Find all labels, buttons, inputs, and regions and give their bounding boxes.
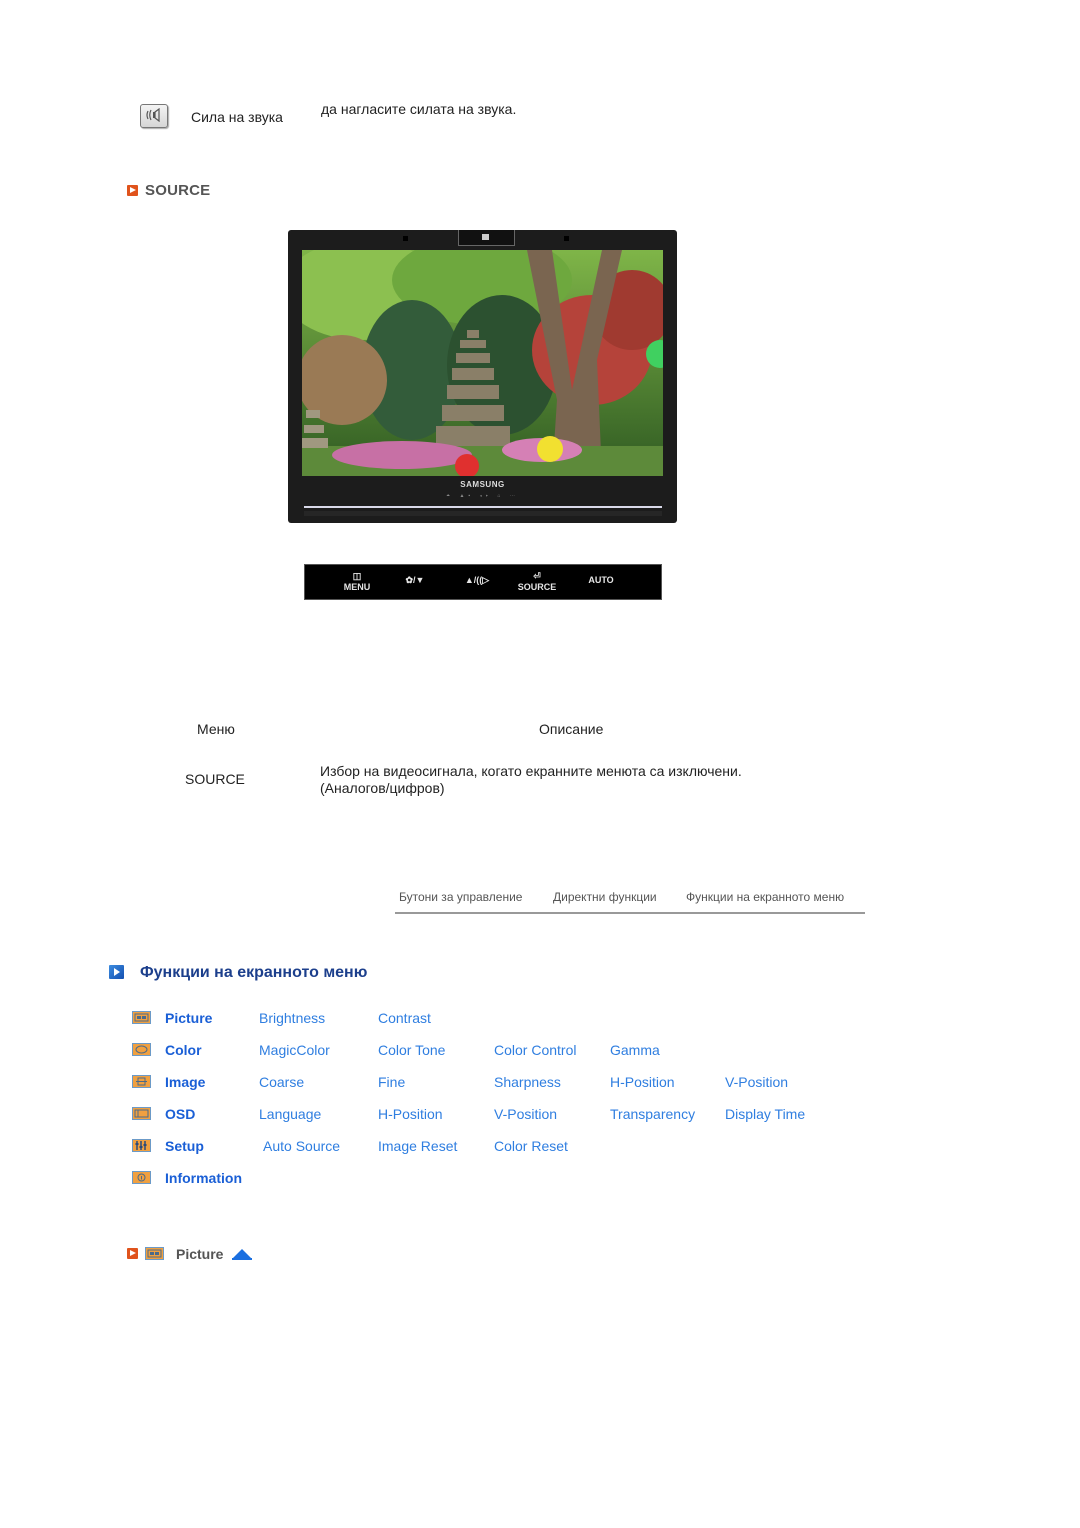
source-icon: ⏎ [533,571,541,581]
sensor-dot [403,236,408,241]
link-fine[interactable]: Fine [378,1074,405,1090]
link-gamma[interactable]: Gamma [610,1042,660,1058]
link-magiccolor[interactable]: MagicColor [259,1042,330,1058]
link-osd-v-position[interactable]: V-Position [494,1106,557,1122]
link-color-control[interactable]: Color Control [494,1042,576,1058]
up-volume-button[interactable]: ▲/((▷ [455,565,499,601]
table-header-description: Описание [539,721,604,737]
link-color-tone[interactable]: Color Tone [378,1042,445,1058]
image-icon [132,1075,151,1088]
picture-icon [132,1011,151,1024]
garden-pagoda-image [302,250,663,476]
link-color-reset[interactable]: Color Reset [494,1138,568,1154]
link-image-reset[interactable]: Image Reset [378,1138,457,1154]
menu-icon: ◫ [352,571,362,581]
monitor-front-buttons: ⏶ ▲▪ ◂▸ ⌂ ⋯ [446,493,519,499]
picture-section-link[interactable]: Picture [176,1246,223,1262]
monitor-base [304,511,662,516]
information-icon [132,1171,151,1184]
link-display-time[interactable]: Display Time [725,1106,805,1122]
monitor-screen-photo [302,250,663,476]
link-image-h-position[interactable]: H-Position [610,1074,675,1090]
auto-button[interactable]: AUTO [579,565,623,601]
menu-image[interactable]: Image [165,1074,205,1090]
link-sharpness[interactable]: Sharpness [494,1074,561,1090]
magicbright-down-button[interactable]: ✿/▼ [393,565,437,601]
volume-description: да нагласите силата на звука. [321,101,517,117]
source-button[interactable]: ⏎ SOURCE [515,565,559,601]
volume-label: Сила на звука [191,109,283,125]
tab-control-buttons[interactable]: Бутони за управление [399,890,522,904]
monitor-bezel-stripe [304,506,662,508]
menu-picture[interactable]: Picture [165,1010,212,1026]
link-osd-h-position[interactable]: H-Position [378,1106,443,1122]
menu-button[interactable]: ◫ MENU [335,565,379,601]
osd-section-title: Функции на екранното меню [140,964,368,981]
tab-direct-functions[interactable]: Директни функции [553,890,657,904]
up-arrow-icon[interactable] [232,1247,252,1265]
table-cell-description-line1: Избор на видеосигнала, когато екранните … [320,763,742,779]
navigation-tabs: Бутони за управление Директни функции Фу… [395,888,865,914]
link-brightness[interactable]: Brightness [259,1010,325,1026]
menu-osd[interactable]: OSD [165,1106,195,1122]
samsung-logo: SAMSUNG [460,480,505,489]
menu-setup[interactable]: Setup [165,1138,204,1154]
volume-icon [146,108,160,122]
table-header-menu: Меню [197,721,235,737]
monitor-illustration: SAMSUNG ⏶ ▲▪ ◂▸ ⌂ ⋯ [288,230,677,523]
sensor-dot [564,236,569,241]
setup-icon [132,1139,151,1152]
link-language[interactable]: Language [259,1106,321,1122]
table-cell-menu: SOURCE [185,771,245,787]
color-icon [132,1043,151,1056]
picture-icon [145,1247,164,1260]
menu-information[interactable]: Information [165,1170,242,1186]
monitor-top-tab [458,230,515,246]
volume-button[interactable] [140,104,168,128]
section-bullet-icon [127,1248,138,1259]
tab-osd-functions[interactable]: Функции на екранното меню [686,890,844,904]
menu-color[interactable]: Color [165,1042,202,1058]
link-image-v-position[interactable]: V-Position [725,1074,788,1090]
osd-icon [132,1107,151,1120]
link-transparency[interactable]: Transparency [610,1106,695,1122]
table-cell-description-line2: (Аналогов/цифров) [320,780,445,796]
source-section-title: SOURCE [145,182,211,199]
link-contrast[interactable]: Contrast [378,1010,431,1026]
control-button-strip: ◫ MENU ✿/▼ ▲/((▷ ⏎ SOURCE AUTO [304,564,662,600]
play-bullet-icon [109,965,124,979]
link-coarse[interactable]: Coarse [259,1074,304,1090]
link-auto-source[interactable]: Auto Source [263,1138,340,1154]
section-bullet-icon [127,185,138,196]
